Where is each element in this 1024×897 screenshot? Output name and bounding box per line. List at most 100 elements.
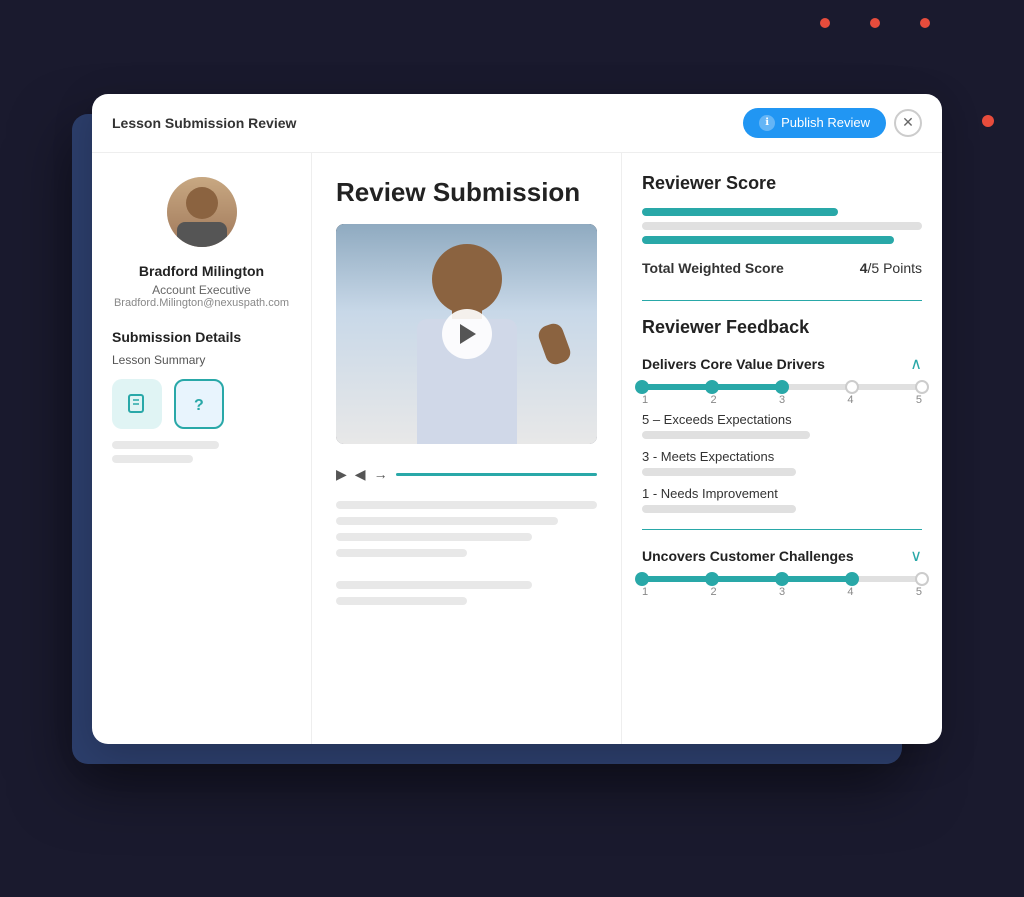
- slider-fill-2: [642, 576, 852, 582]
- main-modal: Lesson Submission Review ℹ Publish Revie…: [92, 94, 942, 744]
- slider-label-3: 3: [779, 394, 785, 406]
- slider-label-4: 4: [847, 394, 853, 406]
- reviewer-feedback-title: Reviewer Feedback: [642, 317, 922, 338]
- slider-1: 1 2 3 4 5: [642, 384, 922, 406]
- slider-dot-2-3: [775, 572, 789, 586]
- slider-labels-1: 1 2 3 4 5: [642, 394, 922, 406]
- feedback-row-exceeds: 5 – Exceeds Expectations: [642, 412, 922, 439]
- accordion-chevron-up-icon: ∧: [910, 354, 922, 374]
- lesson-summary-label: Lesson Summary: [112, 353, 291, 367]
- accordion-label-1: Delivers Core Value Drivers: [642, 356, 825, 372]
- publish-review-button[interactable]: ℹ Publish Review: [743, 108, 886, 138]
- modal-header: Lesson Submission Review ℹ Publish Revie…: [92, 94, 942, 153]
- meets-expectations-label: 3 - Meets Expectations: [642, 449, 922, 464]
- feedback-row-needs: 1 - Needs Improvement: [642, 486, 922, 513]
- slider-track-2: [642, 576, 922, 582]
- video-play-icon[interactable]: ▶: [336, 466, 347, 483]
- sidebar-placeholder: [112, 441, 291, 463]
- user-email: Bradford.Milington@nexuspath.com: [112, 297, 291, 309]
- svg-text:?: ?: [194, 397, 204, 414]
- publish-button-label: Publish Review: [781, 115, 870, 130]
- close-modal-button[interactable]: ✕: [894, 109, 922, 137]
- user-role: Account Executive: [112, 283, 291, 297]
- close-icon: ✕: [902, 114, 914, 131]
- sidebar: Bradford Milington Account Executive Bra…: [92, 153, 312, 744]
- avatar-person-graphic: [167, 177, 237, 247]
- accordion-uncovers-customer: Uncovers Customer Challenges ∨: [642, 546, 922, 598]
- slider-dot-2-2: [705, 572, 719, 586]
- slider-dot-4: [845, 380, 859, 394]
- avatar-head: [186, 187, 218, 219]
- cp-line-1: [336, 501, 597, 509]
- needs-improvement-label: 1 - Needs Improvement: [642, 486, 922, 501]
- scene-container: Lesson Submission Review ℹ Publish Revie…: [62, 74, 962, 824]
- slider-2-label-3: 3: [779, 586, 785, 598]
- cp-line-3: [336, 533, 532, 541]
- score-bar-3: [642, 236, 894, 244]
- review-submission-title: Review Submission: [336, 177, 597, 208]
- total-score-max: 5: [871, 260, 879, 276]
- avatar: [167, 177, 237, 247]
- needs-improvement-bar: [642, 505, 796, 513]
- slider-dot-3: [775, 380, 789, 394]
- exceeds-expectations-label: 5 – Exceeds Expectations: [642, 412, 922, 427]
- slider-2-label-4: 4: [847, 586, 853, 598]
- placeholder-line-1: [112, 441, 219, 449]
- question-icon-box: ?: [174, 379, 224, 429]
- publish-info-icon: ℹ: [759, 115, 775, 131]
- center-content: Review Submission ▶ ◀: [312, 153, 622, 744]
- divider-feedback-1: [642, 529, 922, 530]
- divider-1: [642, 300, 922, 301]
- decorative-dot-2: [870, 18, 880, 28]
- user-name: Bradford Milington: [112, 263, 291, 279]
- avatar-container: [112, 177, 291, 247]
- video-person-head: [432, 244, 502, 314]
- decorative-dot-1: [820, 18, 830, 28]
- slider-dot-2-1: [635, 572, 649, 586]
- right-panel: Reviewer Score Total Weighted Score 4/5 …: [622, 153, 942, 744]
- accordion-label-2: Uncovers Customer Challenges: [642, 548, 854, 564]
- book-icon: [125, 392, 149, 416]
- feedback-row-meets: 3 - Meets Expectations: [642, 449, 922, 476]
- score-bars: [642, 208, 922, 244]
- slider-2-label-2: 2: [710, 586, 716, 598]
- video-back-icon[interactable]: ◀: [355, 466, 366, 483]
- slider-dot-1: [635, 380, 649, 394]
- cp-line-5: [336, 581, 532, 589]
- total-score-row: Total Weighted Score 4/5 Points: [642, 260, 922, 280]
- video-container[interactable]: [336, 224, 597, 444]
- accordion-chevron-down-icon: ∨: [910, 546, 922, 566]
- total-weighted-label: Total Weighted Score: [642, 260, 784, 276]
- total-score-value: 4: [860, 260, 868, 276]
- play-triangle-icon: [460, 324, 476, 344]
- video-forward-icon[interactable]: →: [374, 466, 388, 482]
- avatar-body: [177, 222, 227, 247]
- placeholder-line-2: [112, 455, 193, 463]
- video-controls: ▶ ◀ →: [336, 460, 597, 489]
- accordion-header-2[interactable]: Uncovers Customer Challenges ∨: [642, 546, 922, 566]
- video-play-button[interactable]: [442, 309, 492, 359]
- cp-line-6: [336, 597, 467, 605]
- video-progress-bar: [396, 473, 597, 476]
- total-score-display: 4/5 Points: [860, 260, 922, 276]
- book-icon-box: [112, 379, 162, 429]
- sidebar-icon-row: ?: [112, 379, 291, 429]
- score-bar-1: [642, 208, 838, 216]
- question-icon: ?: [187, 392, 211, 416]
- modal-body: Bradford Milington Account Executive Bra…: [92, 153, 942, 744]
- slider-track-1: [642, 384, 922, 390]
- meets-expectations-bar: [642, 468, 796, 476]
- slider-label-1: 1: [642, 394, 648, 406]
- exceeds-expectations-bar: [642, 431, 810, 439]
- slider-dot-5: [915, 380, 929, 394]
- cp-line-4: [336, 549, 467, 557]
- slider-dot-2-5: [915, 572, 929, 586]
- submission-details-title: Submission Details: [112, 329, 291, 345]
- slider-2-label-5: 5: [916, 586, 922, 598]
- slider-dot-2: [705, 380, 719, 394]
- accordion-header-1[interactable]: Delivers Core Value Drivers ∧: [642, 354, 922, 374]
- score-bar-2: [642, 222, 922, 230]
- header-actions: ℹ Publish Review ✕: [743, 108, 922, 138]
- slider-label-5: 5: [916, 394, 922, 406]
- total-score-unit: Points: [883, 260, 922, 276]
